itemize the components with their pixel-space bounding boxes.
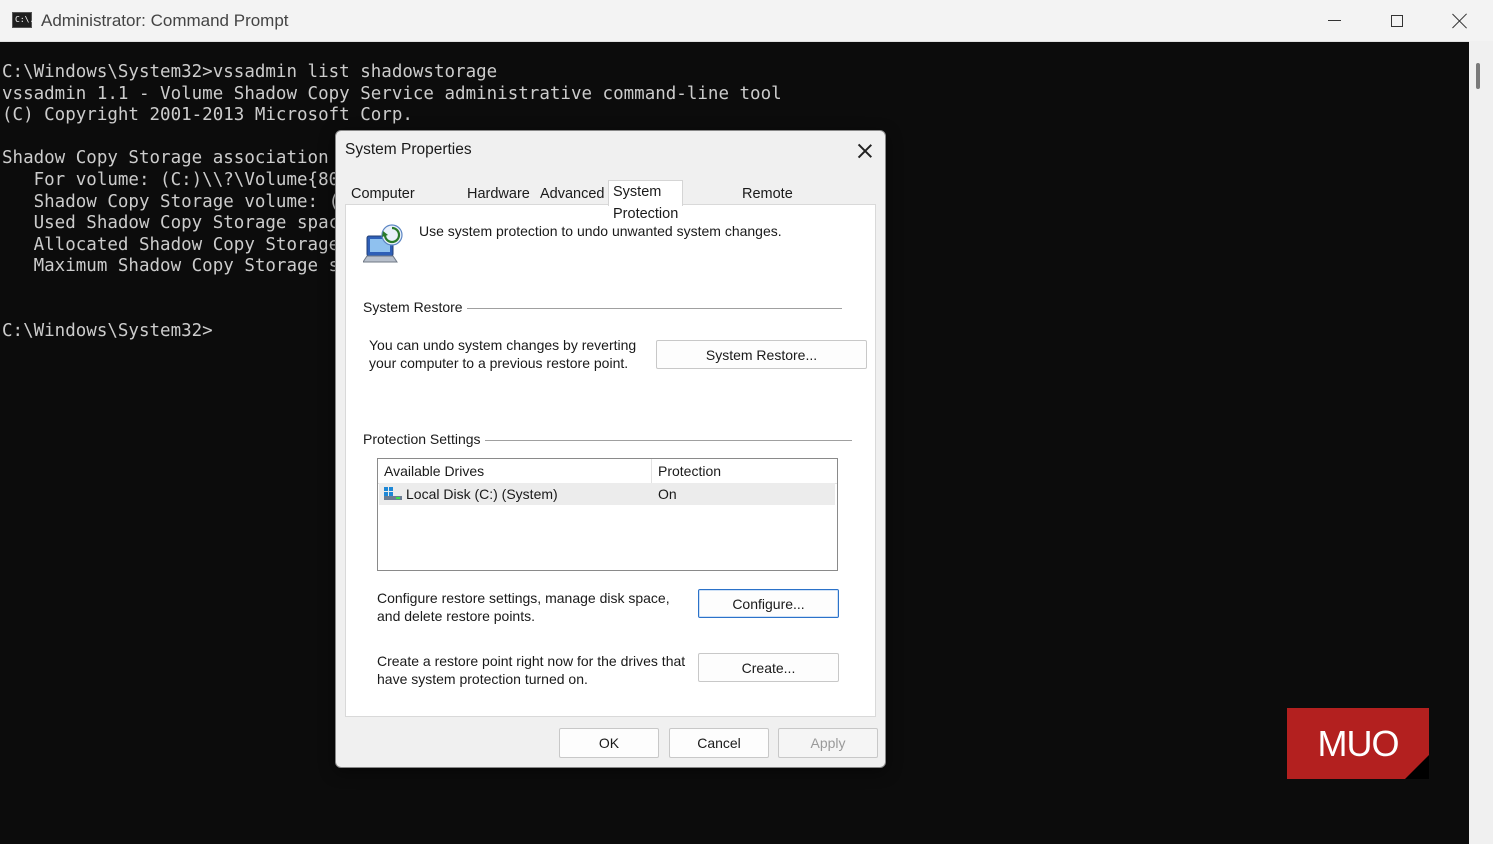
system-restore-group-label: System Restore (363, 299, 467, 315)
close-icon (857, 143, 873, 159)
maximize-icon (1391, 14, 1403, 27)
vertical-scrollbar[interactable] (1469, 41, 1493, 844)
local-disk-icon (384, 487, 402, 500)
tab-hardware[interactable]: Hardware (463, 184, 534, 204)
command-prompt-icon: C:\. (12, 12, 34, 28)
system-protection-panel: Use system protection to undo unwanted s… (345, 204, 876, 717)
dialog-close-button[interactable] (851, 137, 879, 165)
intro-text: Use system protection to undo unwanted s… (419, 223, 782, 239)
console-line: vssadmin 1.1 - Volume Shadow Copy Servic… (2, 83, 782, 104)
close-icon (1452, 13, 1468, 29)
console-line: (C) Copyright 2001-2013 Microsoft Corp. (2, 105, 413, 126)
available-drives-list[interactable]: Available Drives Protection Local Disk (… (377, 458, 838, 571)
maximize-button[interactable] (1366, 0, 1428, 41)
console-line: C:\Windows\System32>vssadmin list shadow… (2, 62, 498, 82)
list-item[interactable]: Local Disk (C:) (System) On (379, 483, 835, 505)
close-window-button[interactable] (1429, 0, 1491, 41)
configure-button[interactable]: Configure... (698, 589, 839, 618)
drive-protection-status: On (658, 486, 677, 502)
apply-button[interactable]: Apply (778, 728, 878, 758)
tab-system-protection[interactable]: System Protection (608, 180, 684, 222)
configure-description: and delete restore points. (377, 608, 535, 624)
create-description: have system protection turned on. (377, 671, 588, 687)
minimize-icon (1327, 20, 1341, 21)
window-title: Administrator: Command Prompt (41, 11, 289, 30)
dialog-title: System Properties (345, 141, 472, 158)
drive-name: Local Disk (C:) (System) (406, 486, 558, 502)
system-restore-description: You can undo system changes by reverting (369, 337, 637, 353)
window-titlebar[interactable]: C:\. Administrator: Command Prompt (0, 0, 1493, 42)
watermark-text: MUO (1317, 722, 1400, 764)
protection-settings-group-label: Protection Settings (363, 431, 485, 447)
tab-advanced[interactable]: Advanced (536, 184, 609, 204)
create-button[interactable]: Create... (698, 653, 839, 682)
muo-watermark-logo: MUO (1287, 708, 1429, 779)
ok-button[interactable]: OK (559, 728, 659, 758)
scrollbar-thumb[interactable] (1476, 63, 1480, 89)
column-header-available-drives[interactable]: Available Drives (378, 459, 652, 483)
system-protection-icon (363, 224, 403, 263)
minimize-button[interactable] (1303, 0, 1365, 41)
system-restore-description: your computer to a previous restore poin… (369, 355, 629, 371)
create-description: Create a restore point right now for the… (377, 653, 686, 669)
list-header: Available Drives Protection (378, 459, 837, 484)
system-properties-dialog: System Properties Computer Name Hardware… (335, 130, 886, 768)
system-restore-button[interactable]: System Restore... (656, 340, 867, 369)
tab-remote[interactable]: Remote (738, 184, 797, 204)
configure-description: Configure restore settings, manage disk … (377, 590, 670, 606)
cancel-button[interactable]: Cancel (669, 728, 769, 758)
column-header-protection[interactable]: Protection (652, 459, 837, 483)
tab-computer-name[interactable]: Computer Name (347, 184, 419, 222)
